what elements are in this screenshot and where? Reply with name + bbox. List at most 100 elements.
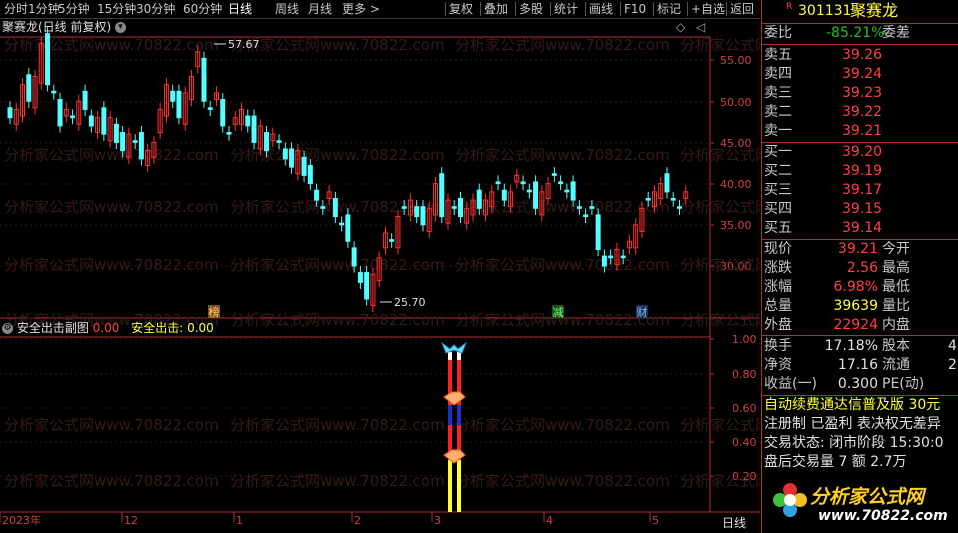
ask-price: 39.23 <box>842 85 883 101</box>
candle-body <box>501 189 507 201</box>
indicator-bar <box>457 460 461 512</box>
candle-body <box>520 181 526 185</box>
stat2-label2: 流通 <box>882 357 910 373</box>
event-marker: 减 <box>553 306 564 319</box>
candle-body <box>345 214 351 242</box>
candle-body <box>389 239 395 242</box>
info-text: 注册制 已盈利 表决权无差异 <box>764 416 941 432</box>
watermark-text: 分析家公式网www.70822.com <box>680 416 760 434</box>
stat-label2: 今开 <box>882 241 910 257</box>
watermark-text: 分析家公式网www.70822.com <box>230 416 445 434</box>
candle-body <box>357 272 363 283</box>
watermark-text: 分析家公式网www.70822.com <box>680 472 760 490</box>
r-badge: R <box>786 2 793 12</box>
bid-row: 买五 39.14 <box>762 219 958 238</box>
stat-row: 现价 39.21 今开 <box>762 240 958 259</box>
candle-body <box>551 173 557 176</box>
site-logo: 分析家公式网 www.70822.com <box>762 474 958 533</box>
quote-panel: R 301131 聚赛龙 委比 -85.21% 委差 卖五 39.26 卖四 39.2… <box>761 0 958 533</box>
y-axis-label: 35.00 <box>720 219 752 232</box>
y-axis-label: 55.00 <box>720 54 752 67</box>
stat-value: 39.21 <box>837 241 878 257</box>
watermark-text: 分析家公式网www.70822.com <box>4 198 219 216</box>
indicator-axis-label: 0.80 <box>732 368 757 381</box>
candle-body <box>676 206 682 209</box>
weicha-label: 委差 <box>882 25 910 41</box>
candle-body <box>583 214 589 218</box>
watermark-text: 分析家公式网www.70822.com <box>230 472 445 490</box>
period-label[interactable]: 日线 <box>722 514 746 531</box>
candle-body <box>57 99 63 127</box>
y-axis-label: 40.00 <box>720 178 752 191</box>
candle-body <box>495 181 501 185</box>
candle-body <box>645 197 651 201</box>
stat-label2: 内盘 <box>882 317 910 333</box>
high-label: 57.67 <box>228 38 260 51</box>
bid-row: 买二 39.19 <box>762 162 958 181</box>
stat2-label: 换手 <box>764 338 792 354</box>
stat-value: 6.98% <box>833 279 878 295</box>
ask-price: 39.21 <box>842 123 883 139</box>
candle-body <box>282 148 288 160</box>
date-label: 12 <box>124 514 138 527</box>
candle-body <box>88 115 94 127</box>
bid-price: 39.19 <box>842 163 883 179</box>
stat2-label: 收益(一) <box>764 376 817 392</box>
stock-header: R 301131 聚赛龙 <box>762 0 958 22</box>
candle-body <box>589 206 595 209</box>
watermark-text: 分析家公式网www.70822.com <box>230 256 445 274</box>
candle-body <box>176 90 182 119</box>
gear-icon[interactable]: ⚙ <box>2 323 13 334</box>
candle-body <box>439 173 445 218</box>
candle-body <box>457 197 463 218</box>
stat-label2: 最低 <box>882 279 910 295</box>
stat2-row: 净资 17.16 流通 2 <box>762 356 958 375</box>
ask-price: 39.22 <box>842 104 883 120</box>
candle-body <box>364 272 370 300</box>
ask-label: 卖四 <box>764 66 792 82</box>
stat2-label2: PE(动) <box>882 376 925 392</box>
indicator-bar <box>457 405 461 425</box>
watermark-text: 分析家公式网www.70822.com <box>230 36 445 54</box>
info-text: 盘后交易量 7 额 2.7万 <box>764 454 907 470</box>
candle-body <box>314 189 320 201</box>
candle-body <box>226 132 232 135</box>
watermark-text: 分析家公式网www.70822.com <box>455 416 670 434</box>
watermark-text: 分析家公式网www.70822.com <box>680 146 760 164</box>
info-row: 自动续费通达信普及版 30元 <box>762 396 958 415</box>
kline-chart[interactable]: 55.0050.0045.0040.0035.0030.001.000.800.… <box>0 0 760 533</box>
date-label: 5 <box>652 514 659 527</box>
info-row: 盘后交易量 7 额 2.7万 <box>762 453 958 472</box>
info-row: 注册制 已盈利 表决权无差异 <box>762 415 958 434</box>
butterfly-icon <box>440 341 468 354</box>
watermark-text: 分析家公式网www.70822.com <box>680 36 760 54</box>
candle-body <box>351 247 357 267</box>
candle-body <box>451 206 457 209</box>
candle-body <box>120 132 126 152</box>
watermark-text: 分析家公式网www.70822.com <box>455 256 670 274</box>
candle-body <box>82 90 88 110</box>
stat-value: 2.56 <box>846 260 878 276</box>
indicator-name: 安全出击副图 <box>16 321 89 335</box>
watermark-text: 分析家公式网www.70822.com <box>4 146 219 164</box>
stat2-row: 换手 17.18% 股本 4 <box>762 337 958 356</box>
stock-code: 301131 <box>798 3 852 19</box>
stat2-label2: 股本 <box>882 338 910 354</box>
candle-body <box>170 90 176 102</box>
candle-body <box>339 222 345 226</box>
candle-body <box>576 206 582 209</box>
date-label: 3 <box>434 514 441 527</box>
candle-body <box>564 189 570 193</box>
ask-row: 卖四 39.24 <box>762 65 958 84</box>
ask-label: 卖三 <box>764 85 792 101</box>
stat-row: 总量 39639 量比 <box>762 297 958 316</box>
candle-body <box>70 115 76 119</box>
stat-label: 总量 <box>764 298 792 314</box>
stat-label: 涨跌 <box>764 260 792 276</box>
candle-body <box>276 140 282 143</box>
series-value: 0.00 <box>187 321 214 335</box>
date-label: 2 <box>354 514 361 527</box>
indicator-bar <box>448 460 452 512</box>
series-label: 安全出击: <box>131 321 184 335</box>
watermark-text: 分析家公式网www.70822.com <box>680 198 760 216</box>
